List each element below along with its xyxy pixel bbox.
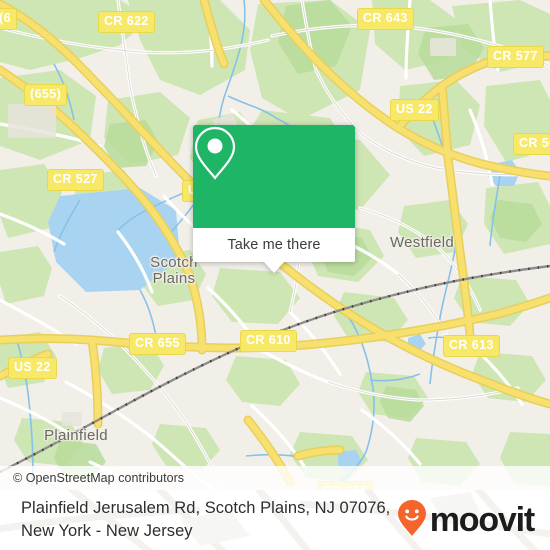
address-line-2: New York - New Jersey xyxy=(21,522,193,540)
road-shield-cr-622: CR 622 xyxy=(98,11,155,33)
moovit-brand[interactable]: moovit xyxy=(397,499,535,542)
road-shield-cr-509: CR 509 xyxy=(513,133,550,155)
moovit-wordmark: moovit xyxy=(429,501,535,539)
map-attribution-bar: © OpenStreetMap contributors xyxy=(0,466,550,490)
map-canvas[interactable]: Scotch Plains Westfield Plainfield CR 62… xyxy=(0,0,550,490)
road-shield-cr-610: CR 610 xyxy=(240,330,297,352)
road-shield-clipped-corner: (6 xyxy=(0,8,17,30)
openstreetmap-attribution[interactable]: © OpenStreetMap contributors xyxy=(13,471,184,485)
road-shield-cr-577: CR 577 xyxy=(487,46,544,68)
road-shield-cr-613: CR 613 xyxy=(443,335,500,357)
address-block: Plainfield Jerusalem Rd, Scotch Plains, … xyxy=(21,497,390,543)
road-shield-us-22-south: US 22 xyxy=(8,357,57,379)
take-me-there-popup[interactable]: Take me there xyxy=(193,125,355,273)
moovit-map-screenshot: Scotch Plains Westfield Plainfield CR 62… xyxy=(0,0,550,550)
take-me-there-label: Take me there xyxy=(227,237,321,253)
popup-pin-area xyxy=(193,125,355,228)
road-shield-cr-527: CR 527 xyxy=(47,169,104,191)
road-shield-cr-643: CR 643 xyxy=(357,8,414,30)
footer-bar: Plainfield Jerusalem Rd, Scotch Plains, … xyxy=(0,490,550,550)
road-shield-655-paren: (655) xyxy=(24,84,68,106)
address-line-1: Plainfield Jerusalem Rd, Scotch Plains, … xyxy=(21,499,391,517)
road-shield-us-22-north: US 22 xyxy=(390,99,439,121)
popup-tail xyxy=(264,262,284,273)
footer-content: Plainfield Jerusalem Rd, Scotch Plains, … xyxy=(0,490,550,550)
moovit-smiley-pin-icon xyxy=(397,499,427,542)
popup-action-bar[interactable]: Take me there xyxy=(193,228,355,262)
road-shield-cr-655-west: CR 655 xyxy=(129,333,186,355)
